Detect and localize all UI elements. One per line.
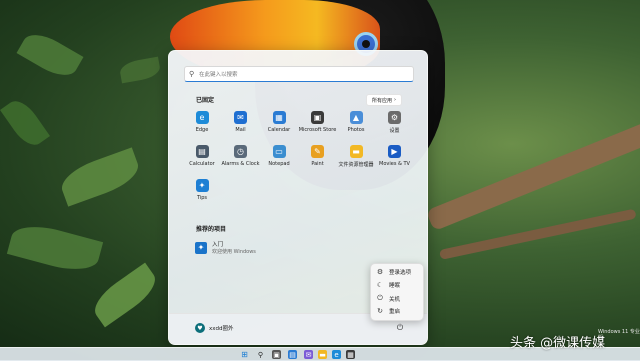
get-started-icon: ✦ (195, 241, 207, 254)
all-apps-button[interactable]: 所有应用 › (366, 94, 403, 106)
user-name: xxdd圈外 (209, 326, 234, 332)
store-icon[interactable]: ▦ (346, 350, 355, 359)
mail-icon: ✉ (234, 111, 247, 124)
notepad-icon: ▭ (272, 145, 286, 158)
pinned-app[interactable]: ▶ Movies & TV (376, 145, 414, 167)
avatar: ♥ (195, 323, 205, 333)
pinned-app[interactable]: ◷ Alarms & Clock (222, 145, 260, 167)
moon-icon: ☾ (376, 281, 384, 289)
widgets-icon[interactable]: ▤ (288, 350, 297, 359)
paint-icon: ✎ (311, 145, 324, 158)
recommended-title: 推荐的项目 (196, 226, 227, 233)
search-box[interactable]: ⚲ 在此键入以搜索 (184, 66, 414, 82)
power-menu-item-shutdown[interactable]: ⏻ 关机 (376, 294, 400, 303)
power-menu-item-sleep[interactable]: ☾ 睡眠 (376, 281, 400, 289)
pinned-app[interactable]: ✦ Tips (183, 179, 221, 201)
calculator-icon: ▤ (195, 145, 209, 158)
pinned-app[interactable]: ✎ Paint (299, 145, 337, 167)
pinned-app[interactable]: ▦ Calendar (260, 111, 298, 133)
edge-icon[interactable]: e (332, 350, 341, 359)
pinned-app[interactable]: ▭ Notepad (260, 145, 298, 167)
pinned-app[interactable]: e Edge (183, 111, 221, 133)
power-menu: ⚙ 登录选项 ☾ 睡眠 ⏻ 关机 ↻ 重启 (370, 263, 424, 321)
task-view-icon[interactable]: ▣ (272, 350, 281, 359)
pinned-title: 已固定 (196, 97, 215, 104)
power-menu-item-restart[interactable]: ↻ 重启 (376, 307, 400, 315)
start-icon[interactable]: ⊞ (240, 350, 249, 359)
power-icon: ⏻ (396, 323, 404, 332)
pinned-app-label: Paint (311, 161, 324, 167)
power-menu-label: 关机 (389, 296, 401, 303)
pinned-app-label: Edge (195, 127, 209, 133)
file-explorer-icon[interactable]: ▬ (318, 350, 327, 359)
clock-icon: ◷ (234, 145, 247, 158)
power-menu-item-sign-in-options[interactable]: ⚙ 登录选项 (376, 268, 411, 276)
pinned-app[interactable]: ▤ Calculator (183, 145, 221, 167)
recommended-item-subtitle: 欢迎使用 Windows (212, 249, 256, 255)
pinned-app-label: Alarms & Clock (221, 161, 260, 167)
photos-icon: ▲ (349, 111, 363, 124)
pinned-app-label: Mail (235, 127, 246, 133)
recommended-item-get-started[interactable]: ✦ 入门 欢迎使用 Windows (195, 240, 256, 255)
settings-icon: ⚙ (388, 111, 401, 124)
pinned-app[interactable]: ▣ Microsoft Store (299, 111, 337, 133)
all-apps-label: 所有应用 (372, 97, 393, 104)
pinned-app[interactable]: ⚙ 设置 (376, 111, 414, 134)
power-menu-label: 睡眠 (389, 283, 401, 289)
power-menu-label: 重启 (389, 309, 401, 315)
search-icon: ⚲ (189, 70, 195, 78)
recommended-item-title: 入门 (212, 242, 224, 248)
pinned-app-label: Notepad (268, 161, 290, 167)
restart-icon: ↻ (377, 307, 383, 315)
power-icon: ⏻ (377, 294, 383, 302)
user-account-button[interactable]: ♥ xxdd圈外 (195, 323, 234, 333)
calendar-icon: ▦ (272, 111, 286, 124)
pinned-app-label: Calculator (189, 161, 215, 167)
pinned-app-label: Microsoft Store (298, 127, 337, 133)
pinned-app[interactable]: ▲ Photos (337, 111, 375, 133)
search-placeholder: 在此键入以搜索 (199, 72, 238, 78)
pinned-app-label: Calendar (267, 127, 291, 133)
folder-icon: ▬ (349, 145, 363, 158)
power-button[interactable]: ⏻ (394, 322, 406, 334)
pinned-app-label: 文件资源管理器 (338, 162, 374, 168)
gear-icon: ⚙ (376, 268, 384, 276)
pinned-app[interactable]: ✉ Mail (222, 111, 260, 133)
chat-icon[interactable]: ✉ (304, 350, 313, 359)
tips-icon: ✦ (195, 179, 209, 192)
pinned-app[interactable]: ▬ 文件资源管理器 (337, 145, 375, 168)
movies-icon: ▶ (388, 145, 401, 158)
store-icon: ▣ (311, 111, 324, 124)
pinned-app-label: Photos (347, 127, 365, 133)
power-menu-label: 登录选项 (389, 270, 412, 276)
edge-icon: e (195, 111, 209, 124)
pinned-app-label: Tips (196, 195, 208, 201)
chevron-right-icon: › (394, 97, 397, 103)
search-icon[interactable]: ⚲ (256, 350, 265, 359)
pinned-app-label: Movies & TV (379, 161, 410, 167)
pinned-app-label: 设置 (389, 128, 400, 134)
watermark-text: 头条 @微课传媒 (510, 336, 606, 351)
